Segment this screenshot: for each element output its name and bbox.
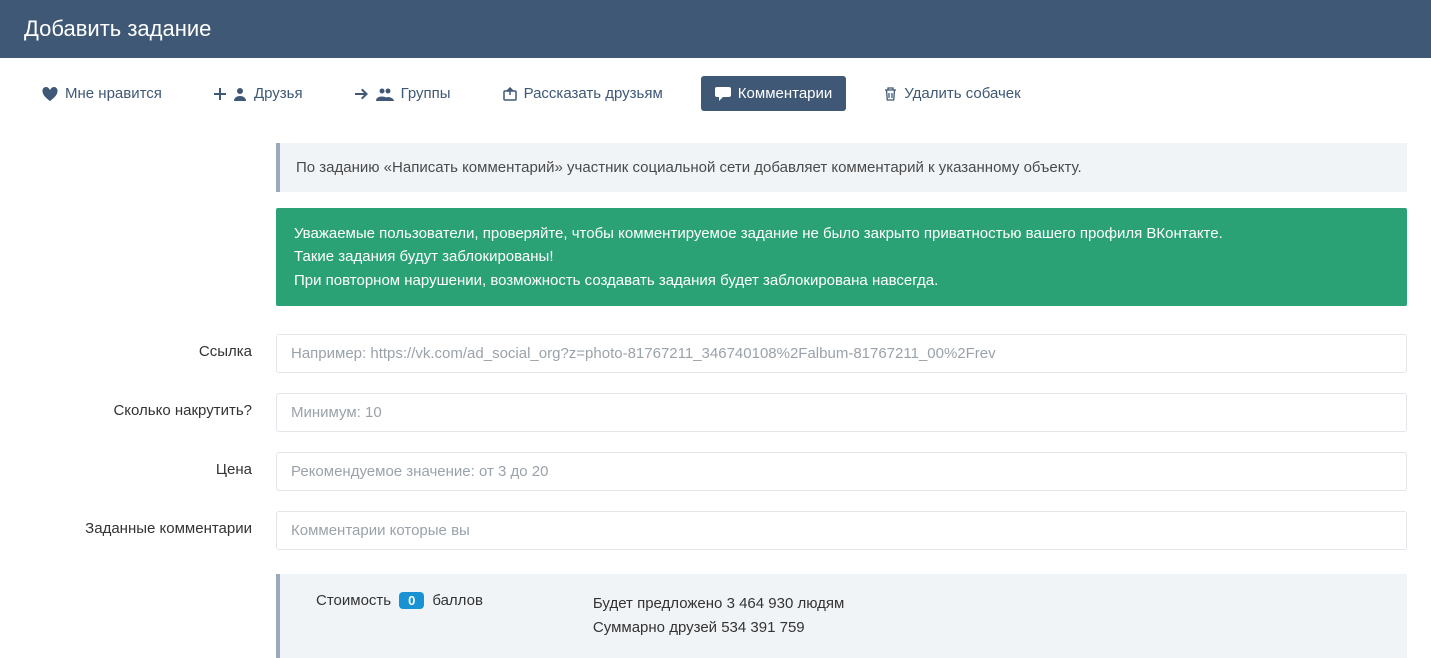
tab-label: Рассказать друзьям xyxy=(524,85,663,102)
stats-column: Будет предложено 3 464 930 людям Суммарн… xyxy=(593,592,844,640)
arrow-right-icon xyxy=(355,88,369,100)
comment-icon xyxy=(715,87,731,101)
tab-share[interactable]: Рассказать друзьям xyxy=(489,76,677,111)
warning-line-2: Такие задания будут заблокированы! xyxy=(294,245,1389,268)
form-row-price: Цена xyxy=(24,452,1407,491)
tab-comments[interactable]: Комментарии xyxy=(701,76,846,111)
info-box: По заданию «Написать комментарий» участн… xyxy=(276,143,1407,192)
friends-total-line: Суммарно друзей 534 391 759 xyxy=(593,616,844,640)
tab-label: Комментарии xyxy=(738,85,832,102)
page-header: Добавить задание xyxy=(0,0,1431,58)
tab-delete-dogs[interactable]: Удалить собачек xyxy=(870,76,1034,111)
info-text: По заданию «Написать комментарий» участн… xyxy=(296,159,1082,176)
trash-icon xyxy=(884,87,897,101)
cost-prefix: Стоимость xyxy=(316,592,391,609)
form-row-amount: Сколько накрутить? xyxy=(24,393,1407,432)
cost-suffix: баллов xyxy=(432,592,483,609)
heart-icon xyxy=(42,87,58,101)
link-input[interactable] xyxy=(276,334,1407,373)
tab-groups[interactable]: Группы xyxy=(341,76,465,111)
cost-badge: 0 xyxy=(399,592,424,609)
link-label: Ссылка xyxy=(24,334,276,360)
page-title: Добавить задание xyxy=(24,16,211,41)
price-label: Цена xyxy=(24,452,276,478)
share-icon xyxy=(503,87,517,101)
user-icon xyxy=(233,87,247,101)
form-row-link: Ссылка xyxy=(24,334,1407,373)
tab-label: Удалить собачек xyxy=(904,85,1020,102)
offered-line: Будет предложено 3 464 930 людям xyxy=(593,592,844,616)
warning-line-3: При повторном нарушении, возможность соз… xyxy=(294,269,1389,292)
cost-line: Стоимость 0 баллов xyxy=(316,592,483,609)
warning-line-1: Уважаемые пользователи, проверяйте, чтоб… xyxy=(294,222,1389,245)
warning-box: Уважаемые пользователи, проверяйте, чтоб… xyxy=(276,208,1407,306)
users-icon xyxy=(376,87,394,101)
tab-label: Группы xyxy=(401,85,451,102)
plus-icon xyxy=(214,88,226,100)
amount-label: Сколько накрутить? xyxy=(24,393,276,419)
amount-input[interactable] xyxy=(276,393,1407,432)
content-area: По заданию «Написать комментарий» участн… xyxy=(0,143,1431,658)
tabs-bar: Мне нравится Друзья Группы Рассказать др… xyxy=(0,58,1431,127)
comments-label: Заданные комментарии xyxy=(24,511,276,537)
summary-box: Стоимость 0 баллов Будет предложено 3 46… xyxy=(276,574,1407,658)
price-input[interactable] xyxy=(276,452,1407,491)
tab-like[interactable]: Мне нравится xyxy=(28,76,176,111)
form-row-comments: Заданные комментарии xyxy=(24,511,1407,550)
tab-friends[interactable]: Друзья xyxy=(200,76,317,111)
tab-label: Друзья xyxy=(254,85,303,102)
comments-input[interactable] xyxy=(276,511,1407,550)
tab-label: Мне нравится xyxy=(65,85,162,102)
